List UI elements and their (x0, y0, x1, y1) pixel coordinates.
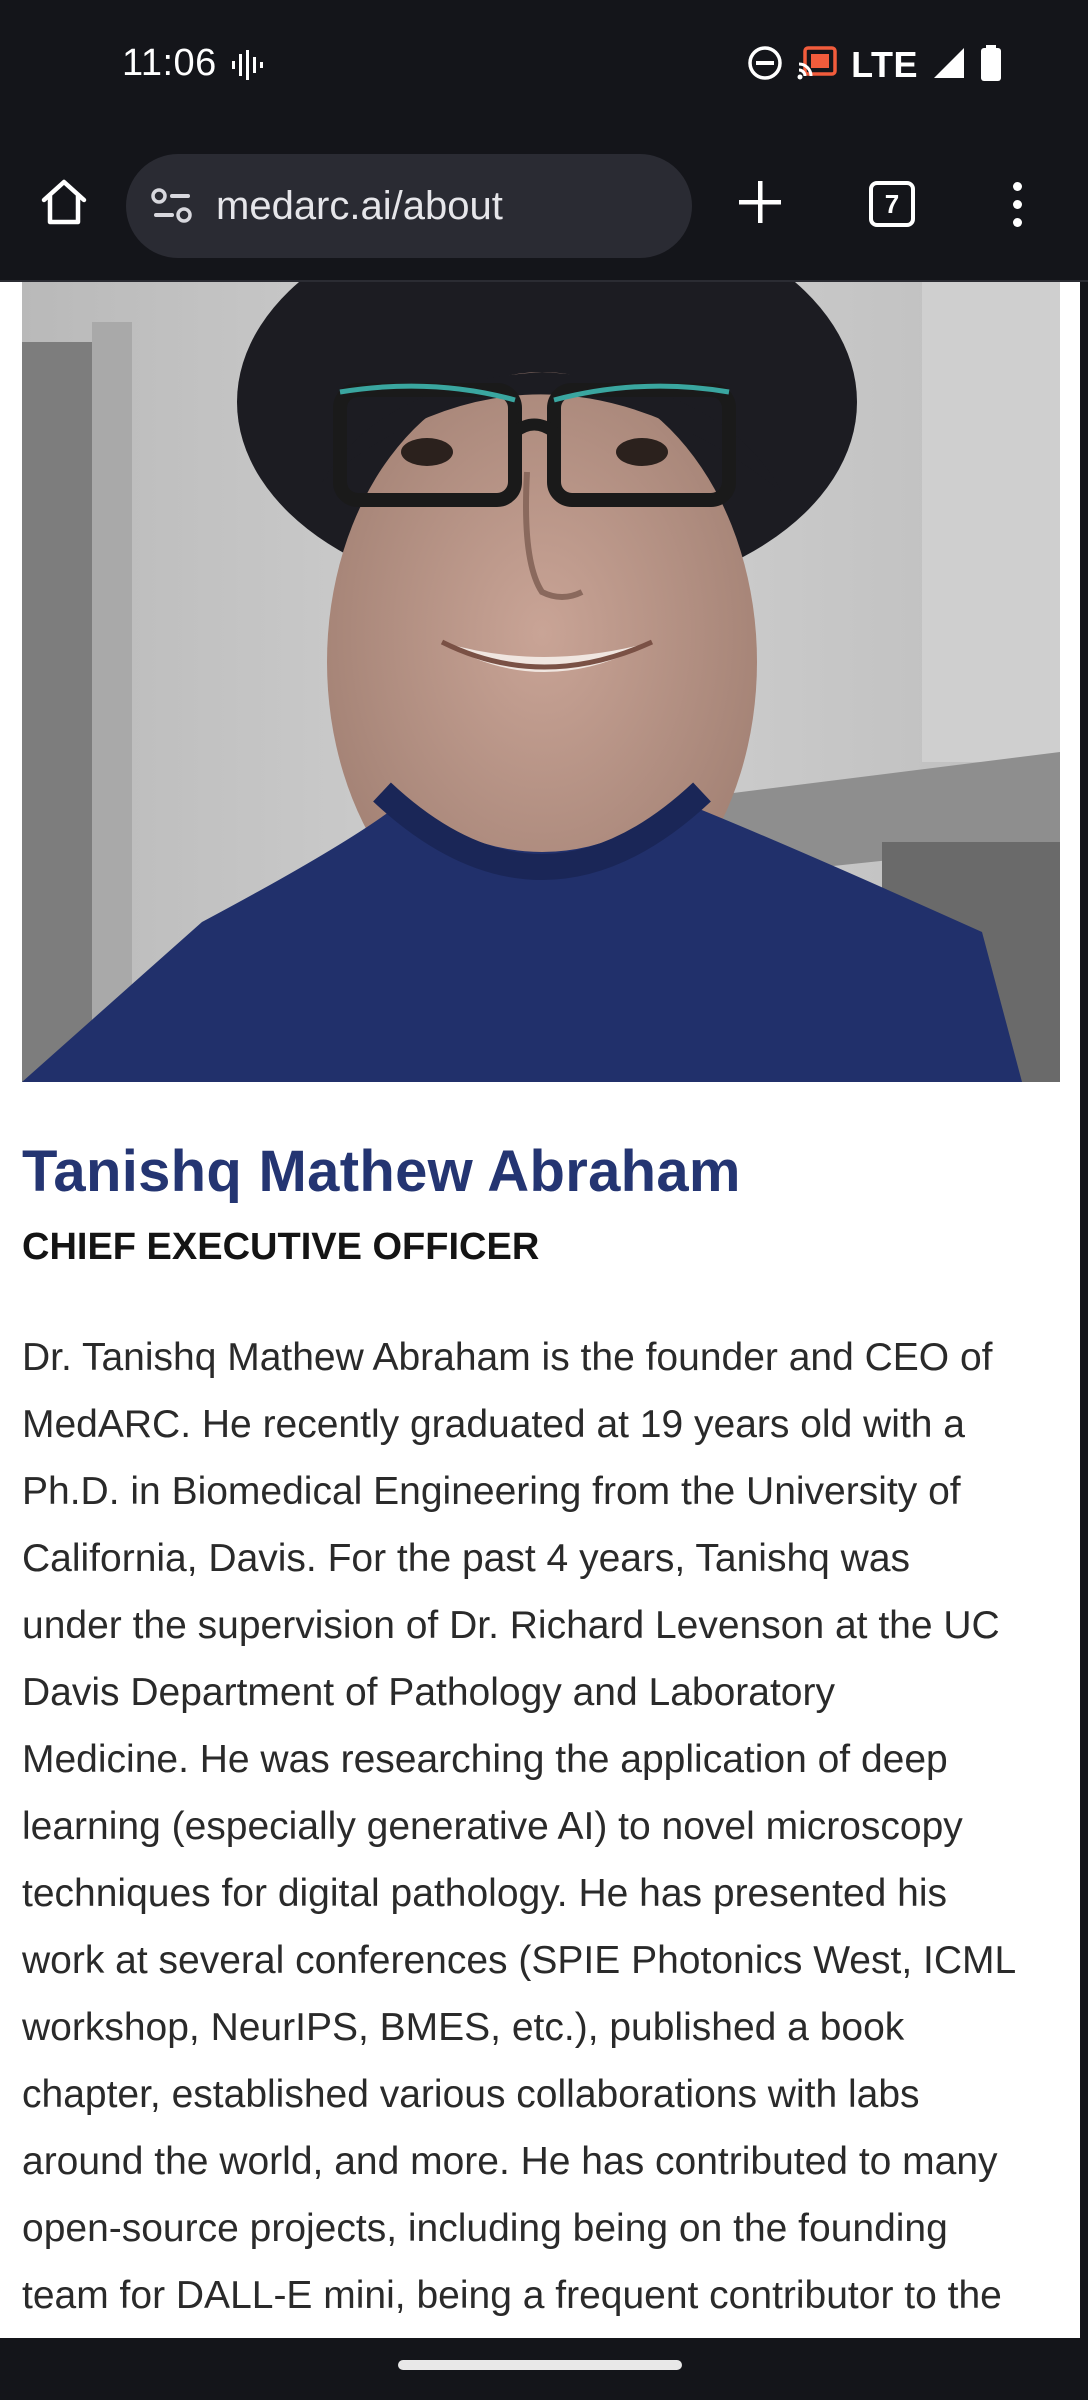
bio-line: around the world, and more. He has contr… (22, 2140, 998, 2183)
tab-count: 7 (884, 188, 900, 219)
bio-line: Davis Department of Pathology and Labora… (22, 1671, 835, 1714)
status-bar: 11:06 LTE (0, 0, 1088, 138)
url-text: medarc.ai/about (216, 183, 503, 228)
tabs-icon: 7 (869, 181, 915, 227)
bio-line: under the supervision of Dr. Richard Lev… (22, 1604, 1000, 1647)
menu-dot (1012, 199, 1022, 209)
bio-line: techniques for digital pathology. He has… (22, 1872, 948, 1915)
profile-bio: Dr. Tanishq Mathew Abraham is the founde… (22, 1324, 1068, 2329)
bio-line: Medicine. He was researching the applica… (22, 1738, 948, 1781)
home-button[interactable] (34, 174, 94, 234)
home-icon (38, 176, 90, 233)
network-type: LTE (851, 44, 918, 85)
menu-dot (1012, 217, 1022, 227)
bio-line: team for DALL-E mini, being a frequent c… (22, 2274, 1002, 2317)
do-not-disturb-icon (747, 45, 783, 86)
profile-name: Tanishq Mathew Abraham (22, 1139, 741, 1204)
bio-line: open-source projects, including being on… (22, 2207, 948, 2250)
home-gesture-handle[interactable] (398, 2360, 682, 2370)
profile-role: CHIEF EXECUTIVE OFFICER (22, 1226, 540, 1268)
bio-line: work at several conferences (SPIE Photon… (22, 1939, 1017, 1982)
bio-line: Ph.D. in Biomedical Engineering from the… (22, 1470, 961, 1513)
bio-line: Dr. Tanishq Mathew Abraham is the founde… (22, 1336, 993, 1379)
browser-toolbar: medarc.ai/about 7 (0, 138, 1088, 280)
gesture-nav-bar (0, 2338, 1088, 2400)
page-scrollbar[interactable] (1080, 282, 1088, 2338)
new-tab-button[interactable] (730, 174, 790, 234)
page-content[interactable]: Tanishq Mathew Abraham CHIEF EXECUTIVE O… (0, 280, 1088, 2338)
profile-photo (22, 282, 1060, 1082)
status-time: 11:06 (122, 42, 217, 84)
more-vert-icon[interactable] (990, 172, 1044, 236)
cast-icon (797, 45, 837, 85)
signal-icon (932, 46, 966, 85)
status-icons: LTE (747, 44, 1002, 86)
menu-dot (1012, 181, 1022, 191)
tab-switcher-button[interactable]: 7 (862, 174, 922, 234)
bio-line: MedARC. He recently graduated at 19 year… (22, 1403, 965, 1446)
site-info-icon[interactable] (148, 182, 196, 230)
bio-line: learning (especially generative AI) to n… (22, 1805, 963, 1848)
bio-line: workshop, NeurIPS, BMES, etc.), publishe… (22, 2006, 905, 2049)
bio-line: chapter, established various collaborati… (22, 2073, 920, 2116)
plus-icon (737, 179, 783, 230)
bio-line: California, Davis. For the past 4 years,… (22, 1537, 911, 1580)
battery-icon (980, 44, 1002, 86)
sound-wave-icon (230, 50, 264, 85)
address-bar[interactable]: medarc.ai/about (126, 154, 692, 258)
